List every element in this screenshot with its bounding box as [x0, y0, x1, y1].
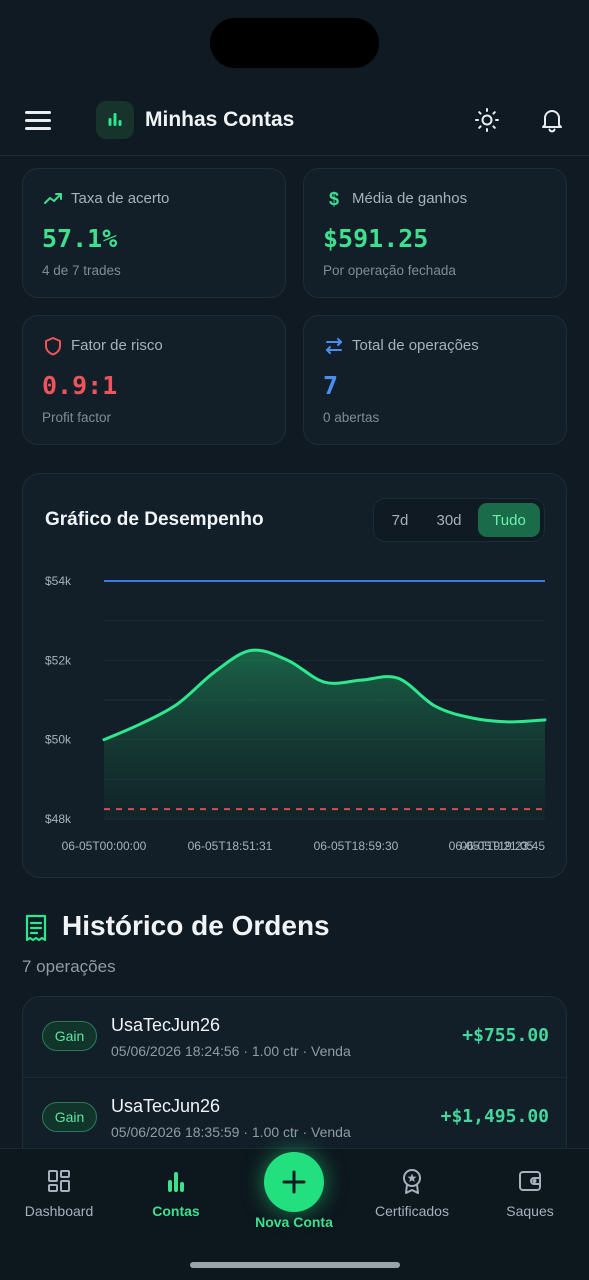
theme-toggle-sun-icon[interactable] [474, 107, 500, 133]
stat-value: $591.25 [323, 224, 429, 253]
order-symbol: UsaTecJun26 [111, 1096, 221, 1116]
wallet-icon [519, 1171, 541, 1191]
bar-chart-icon [168, 1172, 184, 1192]
performance-chart-card: $54k $52k $50k $48k 06-05T00:00:00 06-05T18:5… [22, 473, 567, 878]
stat-card-risk-factor: Fator de risco 0.9:1 Profit factor [22, 315, 286, 445]
stat-label: Taxa de acerto [71, 190, 170, 207]
range-30d-button[interactable]: 30d [426, 503, 472, 537]
camera-notch [210, 18, 379, 68]
gain-badge: Gain [42, 1021, 97, 1051]
nav-label: Contas [152, 1203, 200, 1219]
notifications-bell-icon[interactable] [539, 107, 565, 133]
order-meta: 05/06/2026 18:24:56 · 1.00 ctr · Venda [111, 1043, 351, 1059]
order-symbol: UsaTecJun26 [111, 1015, 221, 1035]
stat-value: 7 [323, 371, 339, 400]
order-row[interactable]: Gain UsaTecJun26 05/06/2026 18:24:56 · 1… [23, 997, 566, 1077]
range-all-button[interactable]: Tudo [478, 503, 540, 537]
nav-item-contas[interactable]: Contas [121, 1167, 231, 1219]
nav-label: Dashboard [24, 1203, 94, 1219]
x-tick-label: 06-05T18:59:30 [314, 839, 399, 853]
chart-title: Gráfico de Desempenho [45, 509, 264, 530]
series-area [104, 650, 545, 819]
shield-icon [45, 337, 61, 356]
menu-icon[interactable] [25, 111, 51, 131]
stat-label: Média de ganhos [352, 190, 468, 207]
page-title: Minhas Contas [145, 108, 295, 131]
nav-item-saques[interactable]: Saques [475, 1167, 585, 1219]
nav-item-certificados[interactable]: Certificados [357, 1167, 467, 1219]
stat-subtext: 4 de 7 trades [42, 263, 121, 278]
order-amount: +$755.00 [462, 1025, 549, 1046]
stat-card-total-operations: Total de operações 7 0 abertas [303, 315, 567, 445]
y-tick-label: $54k [45, 574, 72, 588]
plus-icon [282, 1170, 306, 1194]
stat-value: 0.9:1 [42, 371, 118, 400]
gain-badge: Gain [42, 1102, 97, 1132]
stat-card-hit-rate: Taxa de acerto 57.1% 4 de 7 trades [22, 168, 286, 298]
stat-subtext: Por operação fechada [323, 263, 456, 278]
dashboard-grid-icon [48, 1170, 70, 1192]
order-row[interactable]: Gain UsaTecJun26 05/06/2026 18:35:59 · 1… [23, 1077, 566, 1157]
order-amount: +$1,495.00 [440, 1106, 549, 1127]
range-selector: 7d 30d Tudo [373, 498, 545, 542]
home-indicator [190, 1262, 400, 1268]
new-account-label[interactable]: Nova Conta [234, 1214, 354, 1230]
app-logo-icon [96, 101, 134, 139]
order-meta: 05/06/2026 18:35:59 · 1.00 ctr · Venda [111, 1124, 351, 1140]
receipt-icon [25, 914, 47, 942]
trend-up-icon [44, 193, 62, 204]
order-count: 7 operações [22, 957, 116, 976]
y-tick-label: $52k [45, 653, 72, 667]
y-tick-label: $50k [45, 733, 72, 747]
award-icon [403, 1169, 421, 1194]
dollar-icon: $ [329, 189, 339, 209]
stat-value: 57.1% [42, 224, 118, 253]
svg-text:$: $ [329, 189, 339, 209]
nav-item-dashboard[interactable]: Dashboard [4, 1167, 114, 1219]
nav-label: Saques [506, 1203, 554, 1219]
x-tick-label: 06-05T19:23:45 [460, 839, 545, 853]
range-7d-button[interactable]: 7d [378, 503, 422, 537]
y-tick-label: $48k [45, 812, 72, 826]
nav-label: Certificados [375, 1203, 449, 1219]
stat-subtext: Profit factor [42, 410, 112, 425]
stat-subtext: 0 abertas [323, 410, 380, 425]
stat-card-average-gain: $ Média de ganhos $591.25 Por operação f… [303, 168, 567, 298]
new-account-button[interactable] [264, 1152, 324, 1212]
top-app-bar: Minhas Contas [0, 84, 589, 156]
stat-label: Fator de risco [71, 337, 163, 354]
order-history-title: Histórico de Ordens [62, 910, 330, 941]
x-tick-label: 06-05T18:51:31 [188, 839, 273, 853]
stat-label: Total de operações [352, 337, 479, 354]
x-tick-label: 06-05T00:00:00 [62, 839, 147, 853]
arrows-swap-icon [326, 338, 342, 354]
